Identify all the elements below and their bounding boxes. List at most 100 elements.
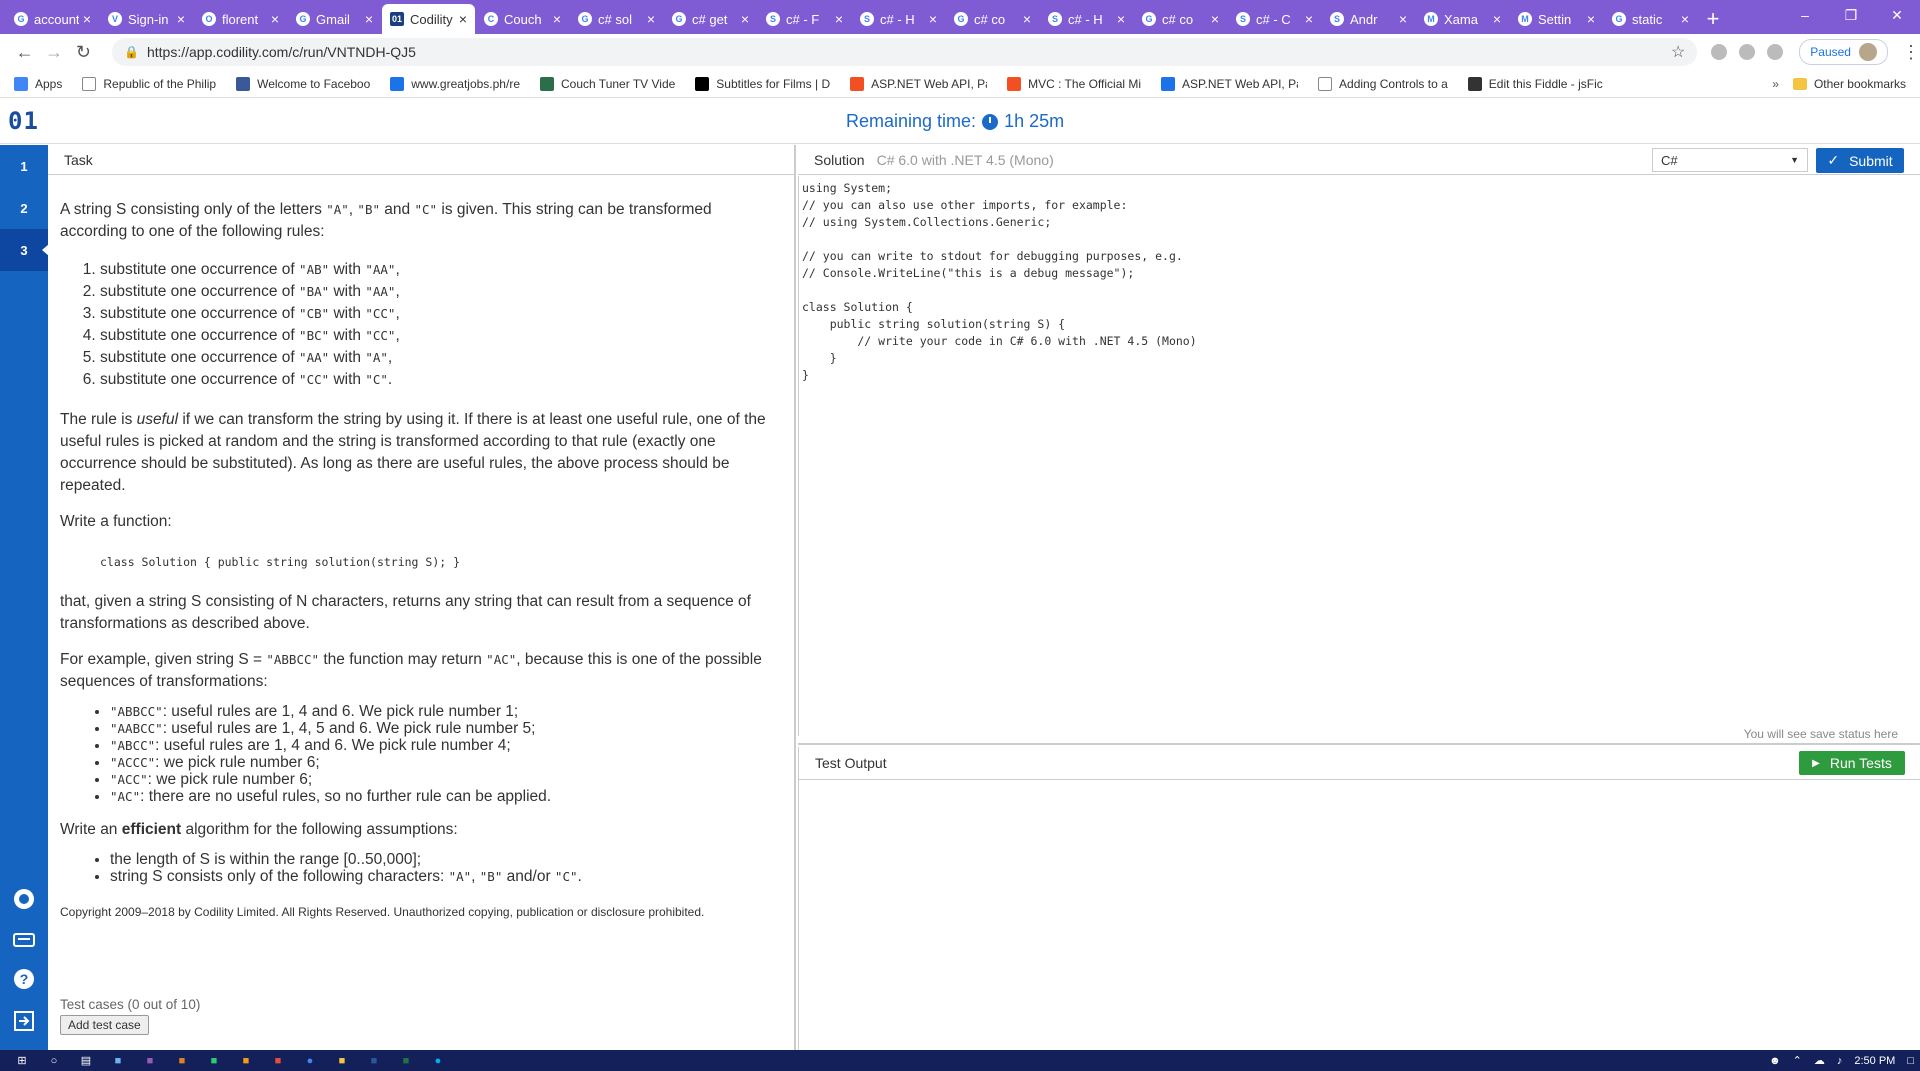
browser-tab[interactable]: G Gmail × <box>288 4 381 34</box>
app-icon[interactable]: ■ <box>206 1053 222 1069</box>
people-icon[interactable]: ☻ <box>1769 1055 1781 1067</box>
close-tab-icon[interactable]: × <box>1493 11 1501 27</box>
clock-time[interactable]: 2:50 PM <box>1854 1055 1895 1067</box>
browser-tab[interactable]: M Xama × <box>1416 4 1509 34</box>
onedrive-icon[interactable]: ☁ <box>1814 1054 1825 1067</box>
browser-tab[interactable]: Sc# - H × <box>852 4 945 34</box>
help-icon[interactable]: ? <box>12 967 36 991</box>
close-tab-icon[interactable]: × <box>929 11 937 27</box>
profile-paused-button[interactable]: Paused <box>1799 39 1888 65</box>
bookmark-star-icon[interactable]: ☆ <box>1671 42 1685 62</box>
more-bookmarks-button[interactable]: » <box>1772 77 1779 91</box>
task-number-3[interactable]: 3 <box>0 229 49 271</box>
bookmark-item[interactable]: MVC : The Official Mi <box>1007 76 1141 91</box>
close-tab-icon[interactable]: × <box>459 11 467 27</box>
close-tab-icon[interactable]: × <box>1211 11 1219 27</box>
close-tab-icon[interactable]: × <box>1399 11 1407 27</box>
code-line: // you can also use other imports, for e… <box>802 198 1128 212</box>
bookmark-item[interactable]: www.greatjobs.ph/re <box>390 76 520 91</box>
close-tab-icon[interactable]: × <box>647 11 655 27</box>
add-test-case-button[interactable]: Add test case <box>60 1015 149 1035</box>
extension-icon[interactable] <box>1767 44 1784 60</box>
browser-tab[interactable]: Sc# - F × <box>758 4 851 34</box>
app-icon[interactable]: ■ <box>238 1053 254 1069</box>
browser-tab[interactable]: Gc# co × <box>1134 4 1227 34</box>
bookmark-item[interactable]: Adding Controls to a <box>1318 76 1448 91</box>
task-number-2[interactable]: 2 <box>0 187 48 229</box>
close-tab-icon[interactable]: × <box>835 11 843 27</box>
folder-icon[interactable]: ■ <box>334 1053 350 1069</box>
bookmark-item[interactable]: Republic of the Philip <box>82 76 216 91</box>
browser-tab[interactable]: C Couch × <box>476 4 569 34</box>
browser-tab[interactable]: Gc# co × <box>946 4 1039 34</box>
close-tab-icon[interactable]: × <box>271 11 279 27</box>
folder-icon <box>1792 77 1807 90</box>
browser-tab[interactable]: Gc# sol × <box>570 4 663 34</box>
close-tab-icon[interactable]: × <box>83 11 91 27</box>
reload-button[interactable]: ↻ <box>69 42 98 63</box>
bookmark-item[interactable]: Apps <box>14 76 62 91</box>
forward-button[interactable]: → <box>39 42 68 63</box>
browser-tab[interactable]: Oflorent × <box>194 4 287 34</box>
keyboard-icon[interactable] <box>12 927 36 951</box>
browser-tab[interactable]: 01 Codility × <box>382 4 475 34</box>
app-icon[interactable]: ■ <box>174 1053 190 1069</box>
browser-tab[interactable]: Sc# - C × <box>1228 4 1321 34</box>
close-tab-icon[interactable]: × <box>1305 11 1313 27</box>
extension-icon[interactable] <box>1739 44 1756 60</box>
close-tab-icon[interactable]: × <box>1117 11 1125 27</box>
browser-tab[interactable]: V Sign-in × <box>100 4 193 34</box>
browser-tab[interactable]: S Andr × <box>1322 4 1415 34</box>
language-select[interactable]: C# ▼ <box>1652 148 1808 172</box>
close-tab-icon[interactable]: × <box>1587 11 1595 27</box>
close-tab-icon[interactable]: × <box>741 11 749 27</box>
exit-icon[interactable] <box>12 1009 36 1033</box>
url-field[interactable]: 🔒 https://app.codility.com/c/run/VNTNDH-… <box>112 38 1698 66</box>
bookmark-item[interactable]: Couch Tuner TV Vide <box>540 76 675 91</box>
close-tab-icon[interactable]: × <box>553 11 561 27</box>
paused-label: Paused <box>1810 45 1851 59</box>
search-icon[interactable]: ○ <box>46 1053 62 1069</box>
bookmark-item[interactable]: ASP.NET Web API, Pa <box>850 76 987 91</box>
other-bookmarks[interactable]: Other bookmarks <box>1792 77 1906 91</box>
submit-button[interactable]: ✓ Submit <box>1816 148 1904 173</box>
chrome-icon[interactable]: ● <box>302 1053 318 1069</box>
task-number-1[interactable]: 1 <box>0 145 48 187</box>
code-editor[interactable]: using System; // you can also use other i… <box>798 176 1918 736</box>
close-tab-icon[interactable]: × <box>1023 11 1031 27</box>
bookmark-item[interactable]: Subtitles for Films | D <box>695 76 830 91</box>
browser-menu-icon[interactable]: ⋮ <box>1902 42 1920 63</box>
close-tab-icon[interactable]: × <box>177 11 185 27</box>
run-tests-button[interactable]: ▶ Run Tests <box>1799 751 1905 775</box>
windows-start-icon[interactable]: ⊞ <box>14 1053 30 1069</box>
back-button[interactable]: ← <box>10 42 39 63</box>
browser-tab[interactable]: Gstatic × <box>1604 4 1697 34</box>
excel-icon[interactable]: ■ <box>398 1053 414 1069</box>
volume-icon[interactable]: ♪ <box>1837 1055 1843 1067</box>
skype-icon[interactable]: ● <box>430 1053 446 1069</box>
bookmark-item[interactable]: ASP.NET Web API, Pa <box>1161 76 1298 91</box>
browser-tab[interactable]: M Settin × <box>1510 4 1603 34</box>
close-window-button[interactable]: ✕ <box>1874 0 1920 30</box>
close-tab-icon[interactable]: × <box>1681 11 1689 27</box>
browser-tab[interactable]: Gc# get × <box>664 4 757 34</box>
app-icon[interactable]: ■ <box>142 1053 158 1069</box>
lifebuoy-icon[interactable] <box>12 887 36 911</box>
bookmark-item[interactable]: Welcome to Faceboo <box>236 76 370 91</box>
notifications-icon[interactable]: □ <box>1907 1055 1914 1067</box>
code-line: // write your code in C# 6.0 with .NET 4… <box>802 334 1197 348</box>
close-tab-icon[interactable]: × <box>365 11 373 27</box>
browser-tab[interactable]: Sc# - H × <box>1040 4 1133 34</box>
bookmark-item[interactable]: Edit this Fiddle - jsFic <box>1467 76 1603 91</box>
restore-button[interactable]: ❐ <box>1828 0 1874 30</box>
extension-icon[interactable] <box>1711 44 1728 60</box>
minimize-button[interactable]: – <box>1782 0 1828 30</box>
word-icon[interactable]: ■ <box>366 1053 382 1069</box>
new-tab-button[interactable]: + <box>1698 4 1728 34</box>
app-icon[interactable]: ■ <box>110 1053 126 1069</box>
app-icon[interactable]: ■ <box>270 1053 286 1069</box>
browser-tab[interactable]: Gaccount × <box>6 4 99 34</box>
task-view-icon[interactable]: ▤ <box>78 1053 94 1069</box>
chevron-up-icon[interactable]: ⌃ <box>1793 1054 1802 1067</box>
